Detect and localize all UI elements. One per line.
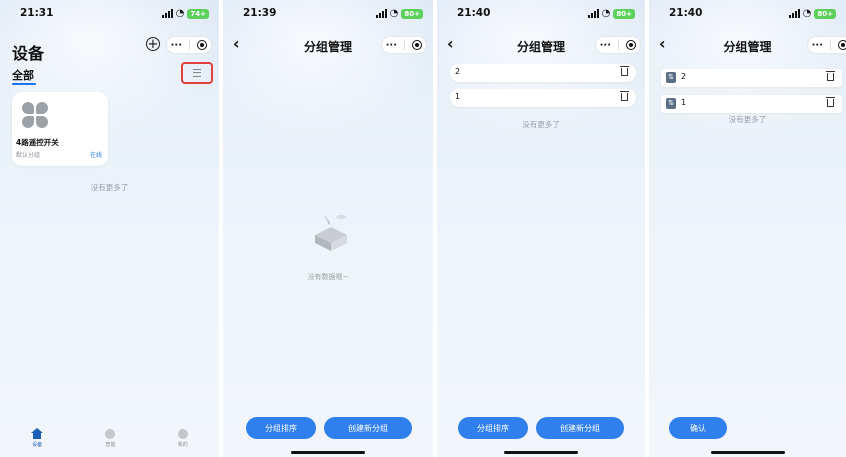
battery-icon: 74+	[187, 8, 209, 19]
wifi-icon: ◔	[389, 8, 399, 19]
create-group-button[interactable]: 创建新分组	[324, 417, 412, 439]
signal-icon	[161, 9, 173, 18]
home-indicator	[710, 451, 785, 454]
phone-screen-group-list: 21:40 ◔ 80+ ‹ 分组管理 ··· 2 1 没有更多了 分组排序 创建…	[437, 0, 645, 457]
status-time: 21:31	[20, 7, 54, 19]
sortable-group-row[interactable]: ⇅ 2	[661, 69, 842, 87]
trash-icon[interactable]	[620, 66, 629, 76]
no-more-text: 没有更多了	[728, 115, 767, 124]
more-dots-icon[interactable]: ···	[386, 40, 397, 51]
more-dots-icon[interactable]: ···	[171, 40, 182, 51]
target-circle-icon[interactable]	[838, 40, 846, 50]
trash-icon[interactable]	[620, 91, 629, 101]
device-card[interactable]: 4路遥控开关 默认分组 在线	[12, 92, 108, 166]
more-dots-icon[interactable]: ···	[600, 40, 611, 51]
signal-icon	[587, 9, 599, 18]
trash-icon[interactable]	[826, 71, 835, 81]
drag-handle-icon[interactable]: ⇅	[666, 72, 676, 83]
sortable-group-row[interactable]: ⇅ 1	[661, 95, 842, 113]
device-status: 在线	[90, 152, 103, 159]
status-icons: ◔ 80+	[375, 8, 423, 19]
bottom-tabbar: 设备 智能 我的	[0, 419, 219, 457]
wifi-icon: ◔	[601, 8, 611, 19]
tab-label: 我的	[177, 441, 188, 448]
group-name: 2	[455, 67, 461, 76]
phone-screen-group-empty: 21:39 ◔ 80+ ‹ 分组管理 ··· 没有数据哦~ 分组排序 创建新分组	[223, 0, 433, 457]
target-circle-icon[interactable]	[197, 40, 208, 50]
wifi-icon: ◔	[802, 8, 812, 19]
status-time: 21:40	[457, 7, 491, 19]
more-dots-icon[interactable]: ···	[812, 40, 823, 51]
tab-all[interactable]: 全部	[12, 67, 34, 83]
group-name: 1	[681, 98, 687, 107]
plus-circle-icon[interactable]: +	[146, 37, 160, 51]
wifi-icon: ◔	[175, 8, 185, 19]
status-icons: ◔ 80+	[587, 8, 635, 19]
status-time: 21:39	[243, 7, 277, 19]
drag-handle-icon[interactable]: ⇅	[666, 98, 676, 109]
empty-box-icon	[315, 213, 347, 251]
home-indicator	[504, 451, 578, 454]
tab-indicator	[12, 83, 36, 85]
status-icons: ◔ 74+	[161, 8, 209, 19]
status-bar: 21:40 ◔ 80+	[437, 7, 645, 23]
home-icon	[31, 428, 44, 439]
tab-smart[interactable]: 智能	[105, 428, 116, 448]
group-name: 1	[455, 92, 461, 101]
trash-icon[interactable]	[826, 97, 835, 107]
phone-screen-group-sort: 21:40 ◔ 80+ ‹ 分组管理 ··· ⇅ 2 ⇅ 1 没有更多了 确认	[649, 0, 846, 457]
sort-groups-button[interactable]: 分组排序	[246, 417, 316, 439]
tab-devices[interactable]: 设备	[31, 428, 44, 448]
battery-icon: 80+	[613, 8, 635, 19]
group-row[interactable]: 1	[450, 89, 636, 107]
user-icon	[177, 428, 188, 439]
page-title: 设备	[12, 44, 45, 63]
target-circle-icon[interactable]	[626, 40, 637, 50]
status-time: 21:40	[669, 7, 703, 19]
device-group: 默认分组	[16, 152, 41, 159]
target-circle-icon[interactable]	[412, 40, 423, 50]
no-more-text: 没有更多了	[522, 120, 560, 129]
mini-program-capsule: ···	[807, 36, 846, 54]
tab-label: 设备	[32, 442, 43, 448]
create-group-button[interactable]: 创建新分组	[536, 417, 624, 439]
mini-program-capsule: ···	[166, 36, 212, 54]
no-more-text: 没有更多了	[90, 183, 129, 192]
signal-icon	[788, 9, 800, 18]
mini-program-capsule: ···	[381, 36, 427, 54]
empty-text: 没有数据哦~	[307, 273, 349, 281]
group-row[interactable]: 2	[450, 64, 636, 82]
sort-groups-button[interactable]: 分组排序	[458, 417, 528, 439]
device-name: 4路遥控开关	[16, 138, 59, 147]
mini-program-capsule: ···	[595, 36, 641, 54]
signal-icon	[375, 9, 387, 18]
status-icons: ◔ 80+	[788, 8, 836, 19]
status-bar: 21:39 ◔ 80+	[223, 7, 433, 23]
tab-me[interactable]: 我的	[177, 428, 188, 448]
confirm-button[interactable]: 确认	[669, 417, 727, 439]
tab-label: 智能	[105, 441, 116, 448]
lightbulb-icon	[105, 428, 116, 439]
battery-icon: 80+	[401, 8, 423, 19]
status-bar: 21:31 ◔ 74+	[0, 7, 219, 23]
battery-icon: 80+	[814, 8, 836, 19]
status-bar: 21:40 ◔ 80+	[649, 7, 846, 23]
phone-screen-devices: 21:31 ◔ 74+ 设备 + ··· 全部 4路遥控开关 默认分组 在线 没…	[0, 0, 219, 457]
group-name: 2	[681, 72, 687, 81]
clover-device-icon	[22, 102, 48, 128]
list-menu-icon[interactable]	[181, 62, 213, 84]
home-indicator	[291, 451, 365, 454]
